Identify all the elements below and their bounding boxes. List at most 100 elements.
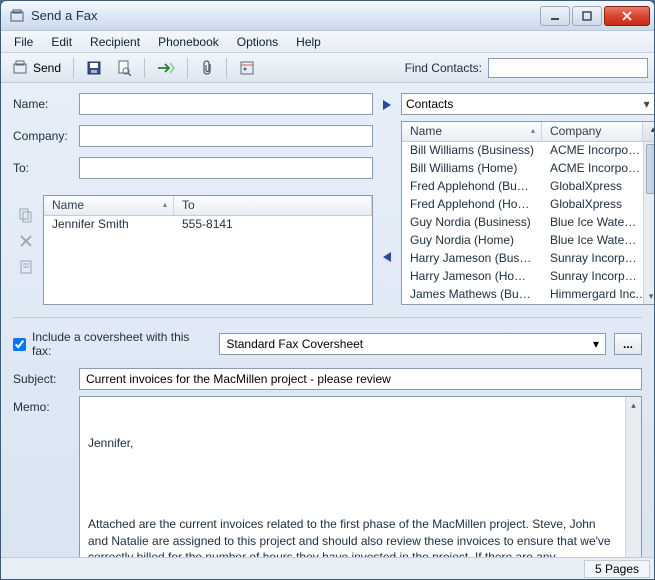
- company-label: Company:: [13, 129, 71, 143]
- coversheet-checkbox[interactable]: Include a coversheet with this fax:: [13, 330, 211, 358]
- memo-paragraph: Attached are the current invoices relate…: [88, 516, 615, 557]
- contact-row[interactable]: Harry Jameson (Home)Sunray Incorp…: [402, 268, 654, 286]
- divider: [13, 317, 642, 318]
- toolbar-separator: [187, 58, 188, 78]
- contact-row[interactable]: Guy Nordia (Home)Blue Ice Wate…: [402, 232, 654, 250]
- contact-name: Harry Jameson (Business): [402, 250, 542, 268]
- scroll-down-icon[interactable]: ▾: [644, 288, 654, 304]
- attach-button[interactable]: [194, 56, 220, 80]
- send-arrow-icon: [157, 61, 175, 75]
- subject-label: Subject:: [13, 372, 71, 386]
- address-book-icon: [239, 61, 255, 75]
- contact-company: GlobalXpress: [542, 196, 654, 214]
- contacts-header-name[interactable]: Name: [402, 122, 542, 141]
- contact-company: ACME Incorpo…: [542, 142, 654, 160]
- recipients-list[interactable]: Name To Jennifer Smith 555-8141: [43, 195, 373, 305]
- contact-row[interactable]: Harry Jameson (Business)Sunray Incorp…: [402, 250, 654, 268]
- maximize-button[interactable]: [572, 6, 602, 26]
- contact-company: Sunray Incorp…: [542, 250, 654, 268]
- contact-company: Himmergard Inc.…: [542, 286, 654, 304]
- add-recipient-arrow[interactable]: [379, 97, 395, 113]
- toolbar-separator: [144, 58, 145, 78]
- subject-input[interactable]: [79, 368, 642, 390]
- send-button[interactable]: Send: [7, 56, 67, 80]
- remove-recipient-arrow[interactable]: [379, 249, 395, 265]
- save-button[interactable]: [80, 56, 108, 80]
- app-icon: [9, 8, 25, 24]
- close-button[interactable]: [604, 6, 650, 26]
- contact-row[interactable]: Fred Applehond (Business)GlobalXpress: [402, 178, 654, 196]
- scroll-up-icon[interactable]: ▴: [643, 122, 654, 141]
- find-contacts-input[interactable]: [488, 58, 648, 78]
- name-label: Name:: [13, 97, 71, 111]
- copy-recipient-icon[interactable]: [16, 205, 36, 225]
- menu-phonebook[interactable]: Phonebook: [149, 33, 228, 51]
- contact-name: Fred Applehond (Business): [402, 178, 542, 196]
- recipients-header-name[interactable]: Name: [44, 196, 174, 215]
- contact-company: Blue Ice Wate…: [542, 214, 654, 232]
- recipients-header-to[interactable]: To: [174, 196, 372, 215]
- save-icon: [86, 60, 102, 76]
- toolbar-separator: [73, 58, 74, 78]
- menu-bar: File Edit Recipient Phonebook Options He…: [1, 31, 654, 53]
- contact-row[interactable]: James Mathews (Busine…Himmergard Inc.…: [402, 286, 654, 304]
- memo-scrollbar[interactable]: ▴: [625, 397, 641, 557]
- toolbar-separator: [226, 58, 227, 78]
- toolbar: Send Find Contacts:: [1, 53, 654, 83]
- scrollbar-thumb[interactable]: [646, 144, 654, 194]
- contact-name: Harry Jameson (Home): [402, 268, 542, 286]
- coversheet-browse-button[interactable]: ...: [614, 333, 642, 355]
- menu-edit[interactable]: Edit: [42, 33, 81, 51]
- paperclip-icon: [200, 60, 214, 76]
- scroll-up-icon[interactable]: ▴: [626, 397, 641, 413]
- page-count: 5 Pages: [584, 560, 650, 578]
- contacts-scrollbar[interactable]: ▾: [643, 142, 654, 304]
- contact-name: Bill Williams (Business): [402, 142, 542, 160]
- coversheet-combo[interactable]: Standard Fax Coversheet ▾: [219, 333, 606, 355]
- memo-textarea[interactable]: Jennifer, Attached are the current invoi…: [79, 396, 642, 557]
- chevron-down-icon: ▾: [639, 97, 654, 111]
- memo-greeting: Jennifer,: [88, 435, 615, 451]
- minimize-button[interactable]: [540, 6, 570, 26]
- contact-row[interactable]: Bill Williams (Business)ACME Incorpo…: [402, 142, 654, 160]
- coversheet-value: Standard Fax Coversheet: [226, 337, 363, 351]
- app-window: Send a Fax File Edit Recipient Phonebook…: [0, 0, 655, 580]
- company-input[interactable]: [79, 125, 373, 147]
- name-input[interactable]: [79, 93, 373, 115]
- contact-company: Blue Ice Wate…: [542, 232, 654, 250]
- memo-label: Memo:: [13, 396, 71, 414]
- preview-icon: [116, 60, 132, 76]
- recipient-name: Jennifer Smith: [44, 216, 174, 234]
- send-later-button[interactable]: [151, 56, 181, 80]
- menu-options[interactable]: Options: [228, 33, 287, 51]
- contact-name: Fred Applehond (Home): [402, 196, 542, 214]
- contacts-source-combo[interactable]: Contacts ▾: [401, 93, 654, 115]
- recipient-row[interactable]: Jennifer Smith 555-8141: [44, 216, 372, 234]
- contacts-header-company[interactable]: Company: [542, 122, 643, 141]
- menu-help[interactable]: Help: [287, 33, 330, 51]
- coversheet-label: Include a coversheet with this fax:: [32, 330, 211, 358]
- contact-company: ACME Incorpo…: [542, 160, 654, 178]
- to-label: To:: [13, 161, 71, 175]
- contacts-list[interactable]: Name Company ▴ Bill Williams (Business)A…: [401, 121, 654, 305]
- send-label: Send: [33, 61, 61, 75]
- recipient-properties-icon[interactable]: [16, 257, 36, 277]
- find-contacts-label: Find Contacts:: [405, 61, 482, 75]
- contact-row[interactable]: Fred Applehond (Home)GlobalXpress: [402, 196, 654, 214]
- menu-file[interactable]: File: [5, 33, 42, 51]
- chevron-down-icon: ▾: [593, 337, 599, 351]
- coversheet-checkbox-input[interactable]: [13, 338, 26, 351]
- menu-recipient[interactable]: Recipient: [81, 33, 149, 51]
- contact-row[interactable]: Bill Williams (Home)ACME Incorpo…: [402, 160, 654, 178]
- status-bar: 5 Pages: [1, 557, 654, 579]
- window-title: Send a Fax: [31, 8, 540, 23]
- to-input[interactable]: [79, 157, 373, 179]
- contact-name: Guy Nordia (Home): [402, 232, 542, 250]
- contact-row[interactable]: Guy Nordia (Business)Blue Ice Wate…: [402, 214, 654, 232]
- preview-button[interactable]: [110, 56, 138, 80]
- delete-recipient-icon[interactable]: [16, 231, 36, 251]
- title-bar: Send a Fax: [1, 1, 654, 31]
- contact-company: Sunray Incorp…: [542, 268, 654, 286]
- contacts-button[interactable]: [233, 56, 261, 80]
- contact-name: Guy Nordia (Business): [402, 214, 542, 232]
